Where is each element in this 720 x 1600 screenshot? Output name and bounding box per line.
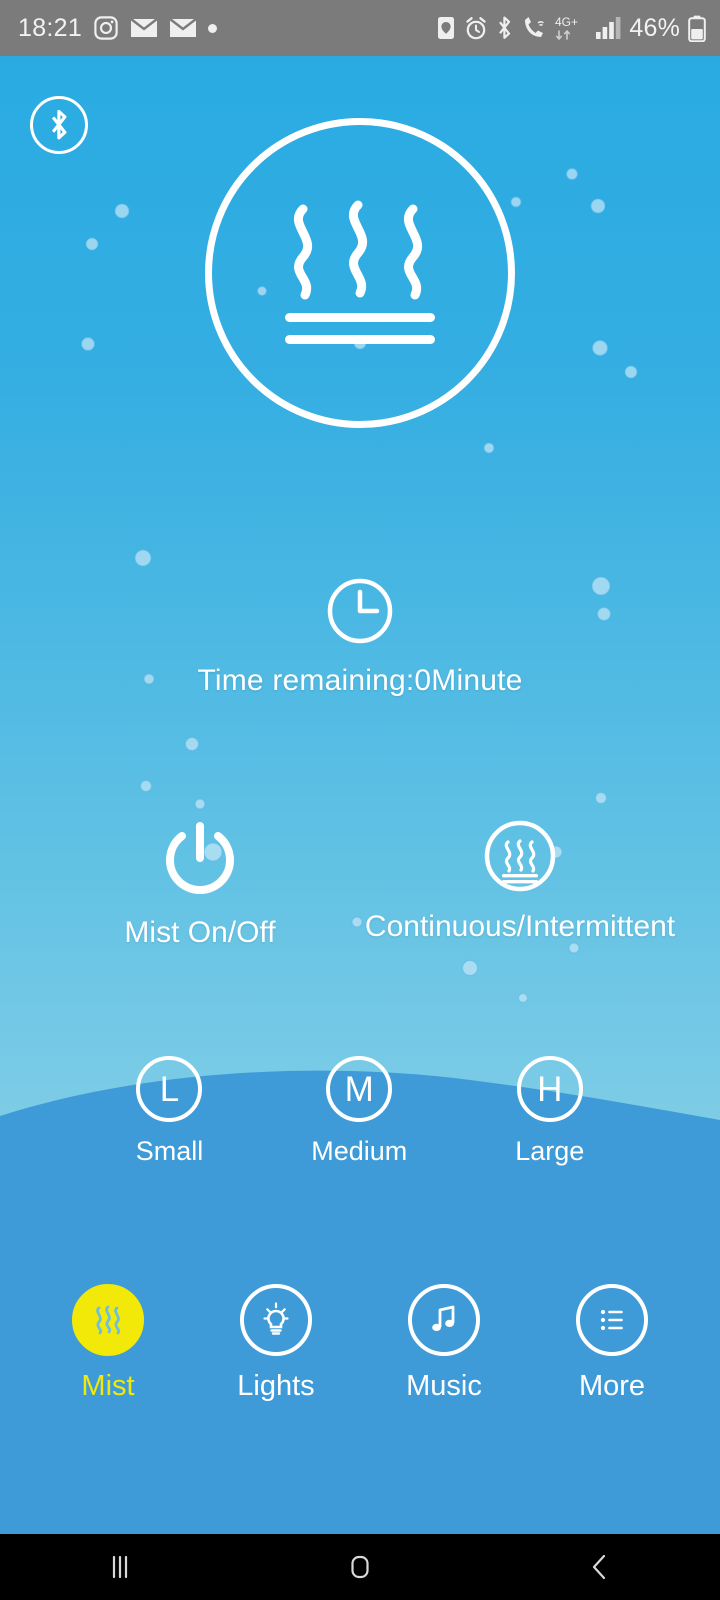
lightbulb-icon (263, 1302, 289, 1335)
mist-level-small-label: Small (135, 1136, 204, 1166)
mist-level-large-label: Large (515, 1136, 585, 1166)
phone-screen: 18:21 4G+ 46% Time remaining:0Minute Mis… (0, 0, 720, 1600)
home-icon (351, 1555, 369, 1579)
mist-level-medium-label: Medium (311, 1136, 408, 1166)
tab-lights-circle (240, 1284, 312, 1356)
mist-level-small-button[interactable]: L Small (135, 1056, 204, 1167)
tab-mist-circle (72, 1284, 144, 1356)
bottom-tab-bar: Mist Lights Music More (0, 1284, 720, 1403)
status-bar: 18:21 4G+ 46% (0, 0, 720, 56)
call-wifi-icon (525, 17, 545, 37)
battery-saver-icon (438, 17, 455, 39)
timer-section[interactable]: Time remaining:0Minute (0, 576, 720, 698)
time-remaining-label: Time remaining:0Minute (197, 664, 523, 697)
recents-icon (112, 1555, 128, 1579)
list-icon (600, 1309, 623, 1331)
continuous-intermittent-button[interactable]: Continuous/Intermittent (365, 816, 675, 944)
bluetooth-status-button[interactable] (30, 96, 88, 154)
tab-music[interactable]: Music (379, 1284, 509, 1403)
mist-hero-display (205, 118, 515, 428)
mist-level-medium-letter: M (326, 1056, 393, 1122)
home-button[interactable] (300, 1534, 420, 1600)
back-icon (592, 1554, 606, 1580)
signal-bars-icon (596, 17, 621, 39)
music-note-icon (432, 1305, 455, 1331)
network-4gplus-icon: 4G+ (555, 15, 578, 40)
tab-more-circle (576, 1284, 648, 1356)
mist-steam-icon (484, 820, 556, 892)
tab-music-label: Music (406, 1370, 482, 1402)
tab-music-circle (408, 1284, 480, 1356)
tab-more-label: More (578, 1370, 646, 1402)
tab-mist[interactable]: Mist (43, 1284, 173, 1403)
mist-level-medium-button[interactable]: M Medium (311, 1056, 407, 1167)
clock-icon (327, 578, 393, 644)
mail-icon (130, 18, 158, 37)
mist-on-off-button[interactable]: Mist On/Off (45, 816, 355, 950)
mail-icon (169, 18, 197, 37)
mist-on-off-label: Mist On/Off (124, 916, 276, 949)
power-icon (166, 822, 234, 894)
status-bar-left: 18:21 (18, 14, 436, 43)
mist-steam-icon (285, 200, 435, 344)
main-controls-row: Mist On/Off Continuous/Intermittent (0, 816, 720, 950)
status-bar-right: 4G+ 46% (436, 14, 706, 43)
mist-level-large-letter: H (516, 1056, 583, 1122)
tab-mist-label: Mist (81, 1370, 135, 1402)
app-content: Time remaining:0Minute Mist On/Off Conti… (0, 56, 720, 1534)
mist-level-row: L Small M Medium H Large (0, 1056, 720, 1167)
tab-lights-label: Lights (237, 1370, 315, 1402)
mist-level-small-letter: L (136, 1056, 203, 1122)
android-nav-bar (0, 1534, 720, 1600)
tab-more[interactable]: More (547, 1284, 677, 1403)
svg-text:4G+: 4G+ (555, 15, 578, 29)
tab-lights[interactable]: Lights (211, 1284, 341, 1403)
dot-icon (208, 23, 218, 33)
status-time: 18:21 (18, 13, 83, 42)
alarm-icon (466, 16, 487, 39)
instagram-icon (94, 16, 118, 40)
bluetooth-icon (499, 16, 511, 39)
battery-percent-label: 46% (629, 13, 680, 42)
recents-button[interactable] (60, 1534, 180, 1600)
mist-level-large-button[interactable]: H Large (515, 1056, 584, 1167)
continuous-intermittent-label: Continuous/Intermittent (364, 910, 676, 943)
bluetooth-icon (51, 109, 67, 140)
battery-icon (688, 15, 706, 42)
mist-steam-icon (96, 1305, 121, 1335)
back-button[interactable] (540, 1534, 660, 1600)
